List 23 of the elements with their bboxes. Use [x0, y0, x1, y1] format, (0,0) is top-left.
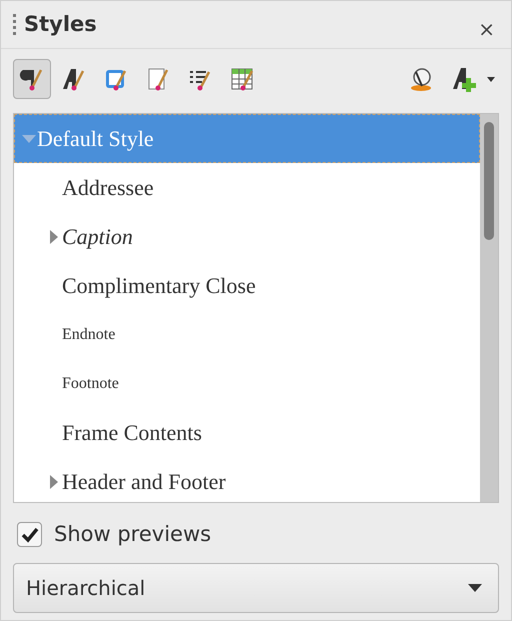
style-item[interactable]: Complimentary Close — [14, 261, 480, 310]
style-family-button[interactable] — [13, 59, 51, 99]
style-item[interactable]: Footnote — [14, 359, 480, 408]
table-brush-icon — [229, 66, 255, 92]
paint-bucket-icon — [408, 66, 434, 92]
caret-icon — [487, 76, 495, 82]
scrollbar[interactable] — [480, 114, 498, 502]
collapsed-arrow-icon[interactable] — [50, 474, 58, 488]
grip-icon[interactable] — [13, 14, 16, 35]
style-item[interactable]: Header and Footer — [14, 457, 480, 506]
checkbox-label: Show previews — [54, 521, 212, 548]
filter-dropdown[interactable]: Hierarchical — [13, 562, 499, 612]
caret-icon — [468, 584, 482, 592]
new-style-icon — [451, 65, 479, 93]
character-brush-icon — [61, 66, 87, 92]
style-item[interactable]: Endnote — [14, 310, 480, 359]
style-item[interactable]: Frame Contents — [14, 408, 480, 457]
checkbox[interactable] — [17, 522, 42, 548]
close-button[interactable]: × — [474, 18, 499, 38]
style-item[interactable]: Caption — [14, 212, 480, 261]
panel-title: Styles — [24, 10, 97, 38]
style-item[interactable]: Addressee — [14, 163, 480, 212]
collapsed-arrow-icon[interactable] — [50, 230, 58, 244]
